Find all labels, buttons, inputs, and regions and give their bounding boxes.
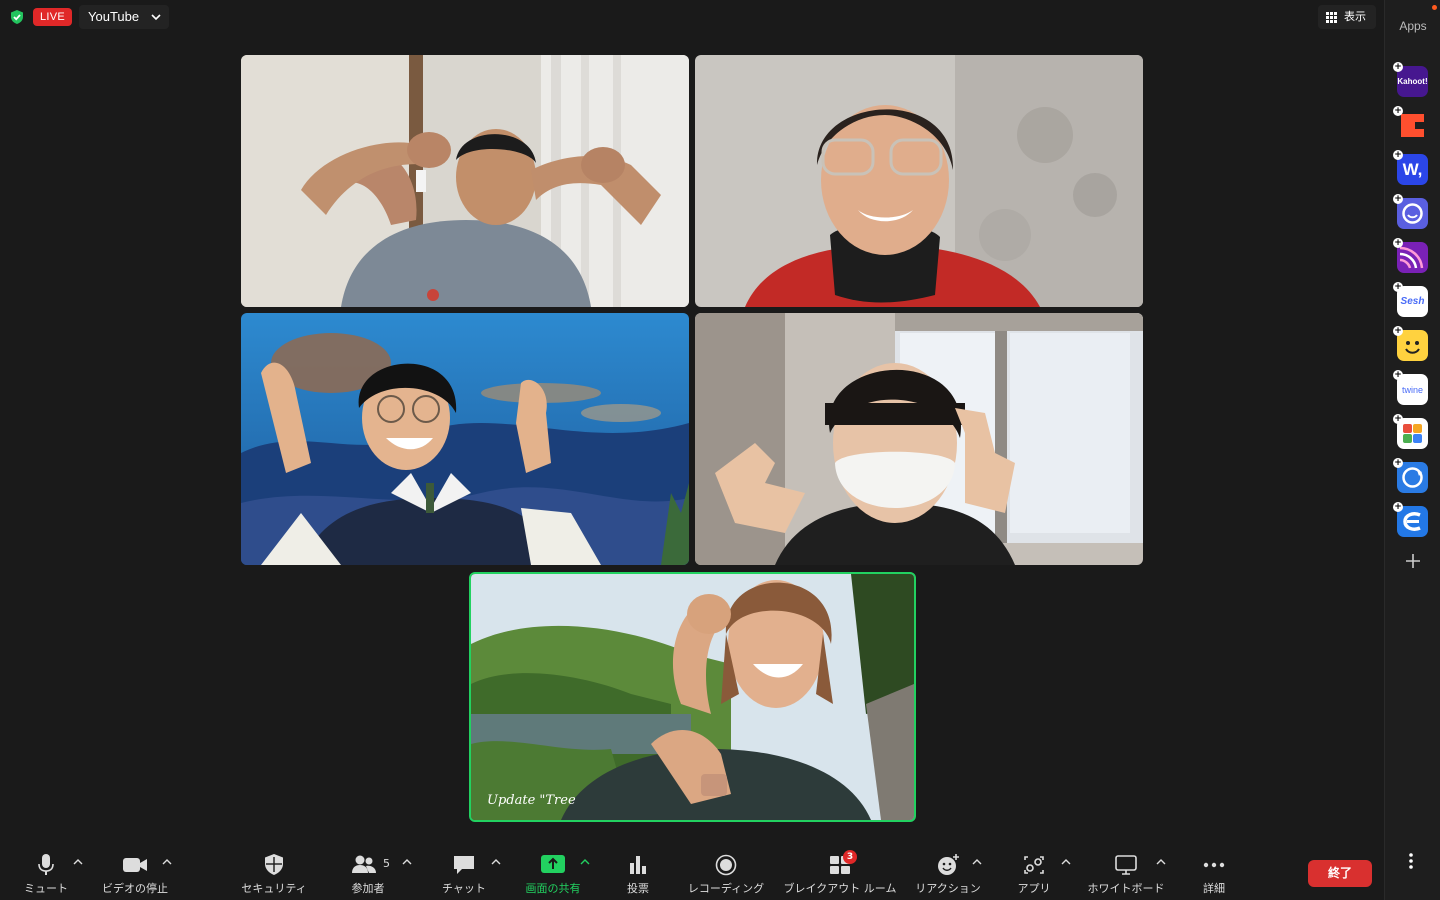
plus-icon: +	[1393, 106, 1403, 116]
chevron-down-icon	[151, 14, 161, 21]
whiteboard-button[interactable]: ホワイトボード	[1080, 847, 1172, 900]
plus-icon: +	[1393, 282, 1403, 292]
app-virtual-venue[interactable]: +	[1393, 238, 1428, 273]
chevron-up-icon[interactable]	[580, 858, 590, 866]
stop-video-button[interactable]: ビデオの停止	[98, 847, 172, 900]
view-label: 表示	[1344, 10, 1366, 23]
chevron-up-icon[interactable]	[1156, 858, 1166, 866]
reactions-label: リアクション	[915, 882, 981, 895]
stop-video-label: ビデオの停止	[102, 882, 168, 895]
more-details-button[interactable]: 詳細	[1190, 847, 1238, 900]
plus-icon: +	[1393, 502, 1403, 512]
video-camera-icon	[123, 858, 147, 872]
plus-icon: +	[1393, 62, 1403, 72]
mute-label: ミュート	[24, 882, 68, 895]
apps-panel-title[interactable]: Apps	[1385, 19, 1440, 33]
app-e[interactable]: +	[1393, 502, 1428, 537]
plus-icon: +	[1393, 458, 1403, 468]
more-details-label: 詳細	[1203, 882, 1225, 895]
security-label: セキュリティ	[241, 882, 307, 895]
recording-button[interactable]: レコーディング	[684, 847, 768, 900]
add-app-icon[interactable]	[1403, 551, 1423, 571]
plus-icon: +	[1393, 414, 1403, 424]
plus-icon: +	[1393, 150, 1403, 160]
participant-video	[241, 313, 689, 565]
chevron-up-icon[interactable]	[402, 858, 412, 866]
microphone-icon	[38, 854, 54, 875]
app-coda[interactable]: +	[1393, 106, 1428, 141]
security-shield-icon[interactable]	[9, 9, 25, 25]
participants-label: 参加者	[351, 882, 385, 895]
participants-button[interactable]: 参加者	[340, 847, 396, 900]
video-tile-participant-3[interactable]	[241, 313, 689, 565]
plus-icon: +	[1393, 370, 1403, 380]
participants-icon	[351, 855, 376, 873]
participant-video	[695, 55, 1143, 307]
app-emoji[interactable]: +	[1393, 326, 1428, 361]
participant-video: Update "Tree	[471, 574, 914, 820]
participant-video	[695, 313, 1143, 565]
shield-icon	[265, 854, 283, 875]
participant-video	[241, 55, 689, 307]
reactions-button[interactable]: リアクション	[912, 847, 984, 900]
poll-button[interactable]: 投票	[612, 847, 664, 900]
plus-icon: +	[1393, 238, 1403, 248]
grid-icon	[1326, 12, 1337, 23]
emoji-plus-icon	[938, 854, 959, 875]
video-tile-participant-5-active-speaker[interactable]: Update "Tree	[469, 572, 916, 822]
breakout-rooms-label: ブレイクアウト ルーム	[783, 882, 897, 895]
breakout-rooms-button[interactable]: ブレイクアウト ルーム	[780, 847, 900, 900]
plus-icon: +	[1393, 326, 1403, 336]
background-overlay-text: Update "Tree	[487, 793, 576, 808]
share-screen-label: 画面の共有	[525, 882, 581, 895]
view-button[interactable]: 表示	[1318, 5, 1376, 29]
chevron-up-icon[interactable]	[1061, 858, 1071, 866]
chevron-up-icon[interactable]	[73, 858, 83, 866]
plus-icon: +	[1393, 194, 1403, 204]
recording-label: レコーディング	[687, 882, 765, 895]
breakout-rooms-badge: 3	[843, 850, 857, 864]
share-screen-icon	[541, 855, 565, 873]
video-tile-participant-1[interactable]	[241, 55, 689, 307]
more-options-vertical-icon[interactable]	[1405, 852, 1417, 870]
whiteboard-label: ホワイトボード	[1087, 882, 1165, 895]
chat-label: チャット	[442, 882, 486, 895]
chat-bubble-icon	[454, 856, 474, 874]
chat-button[interactable]: チャット	[432, 847, 496, 900]
poll-label: 投票	[627, 882, 649, 895]
chevron-up-icon[interactable]	[972, 858, 982, 866]
top-bar: LIVE YouTube 表示	[0, 0, 1384, 34]
app-collab[interactable]: +	[1393, 414, 1428, 449]
end-meeting-button[interactable]: 終了	[1308, 860, 1372, 887]
apps-panel: Apps + Kahoot! + + W, + + + Sesh + + twi…	[1384, 0, 1440, 900]
app-mmhmm[interactable]: +	[1393, 194, 1428, 229]
meeting-toolbar: ミュート ビデオの停止 セキュリティ 参加者 5 チャット 画面の共有 投票 レ…	[0, 847, 1384, 900]
more-horizontal-icon	[1203, 862, 1225, 868]
notification-dot	[1432, 5, 1437, 10]
apps-icon	[1024, 856, 1044, 874]
mute-button[interactable]: ミュート	[14, 847, 78, 900]
share-screen-button[interactable]: 画面の共有	[518, 847, 588, 900]
app-twine[interactable]: + twine	[1393, 370, 1428, 405]
live-badge[interactable]: LIVE	[33, 8, 73, 26]
record-icon	[715, 854, 737, 876]
app-wooclap[interactable]: + W,	[1393, 150, 1428, 185]
app-sync[interactable]: +	[1393, 458, 1428, 493]
video-tile-participant-2[interactable]	[695, 55, 1143, 307]
stream-target-label: YouTube	[88, 9, 140, 24]
video-tile-participant-4[interactable]	[695, 313, 1143, 565]
app-kahoot[interactable]: + Kahoot!	[1393, 62, 1428, 97]
security-button[interactable]: セキュリティ	[236, 847, 312, 900]
chevron-up-icon[interactable]	[491, 858, 501, 866]
bar-chart-icon	[630, 856, 646, 874]
apps-button[interactable]: アプリ	[1006, 847, 1062, 900]
app-sesh[interactable]: + Sesh	[1393, 282, 1428, 317]
whiteboard-icon	[1115, 855, 1137, 875]
apps-label: アプリ	[1017, 882, 1051, 895]
stream-target-dropdown[interactable]: YouTube	[79, 5, 170, 29]
participants-count: 5	[383, 857, 390, 870]
chevron-up-icon[interactable]	[162, 858, 172, 866]
